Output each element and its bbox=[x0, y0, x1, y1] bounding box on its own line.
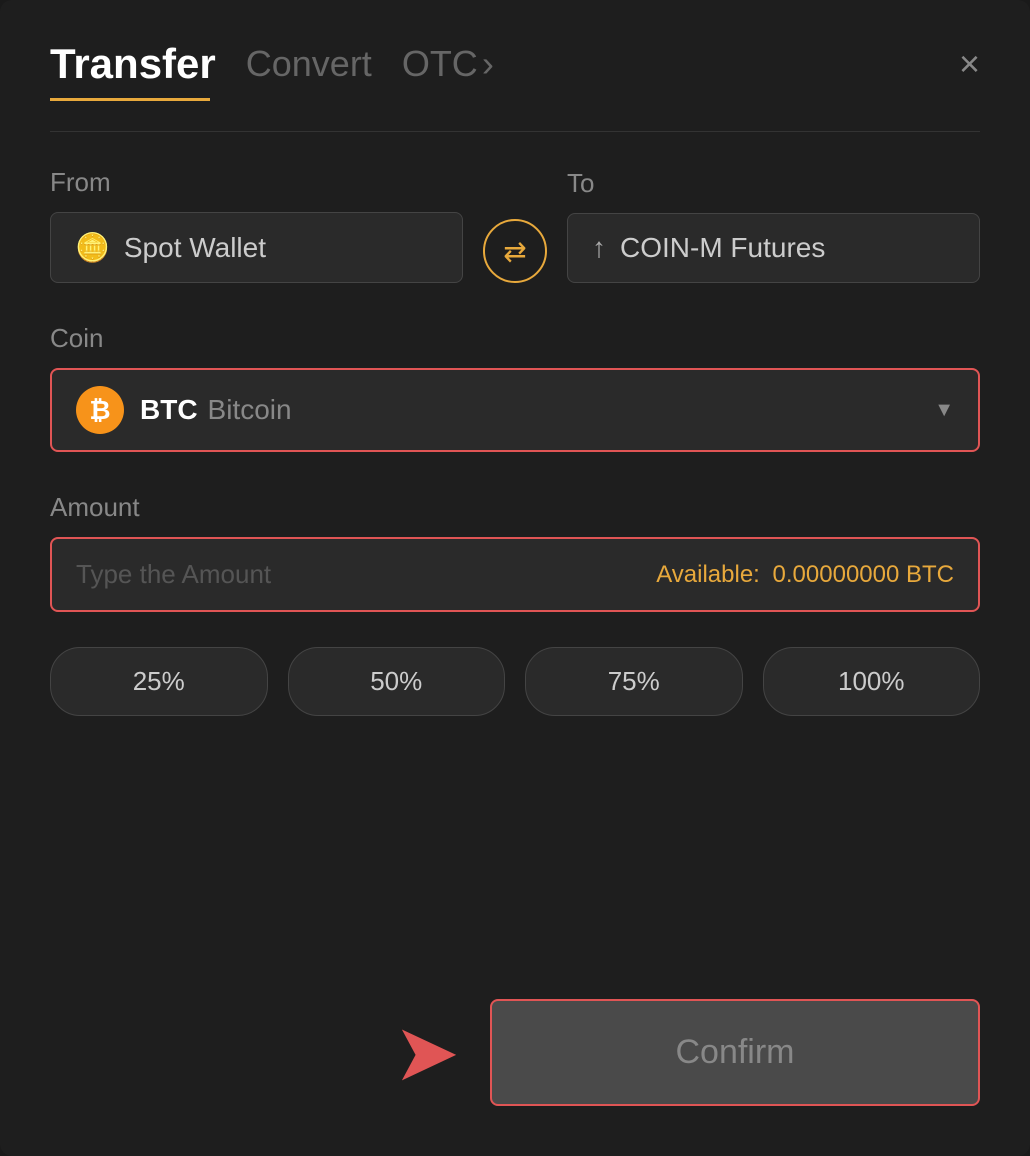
close-button[interactable]: × bbox=[959, 46, 980, 82]
futures-icon: ↑ bbox=[592, 232, 606, 264]
to-wallet-selector[interactable]: ↑ COIN-M Futures bbox=[567, 213, 980, 283]
to-field: To ↑ COIN-M Futures bbox=[567, 168, 980, 283]
amount-input-box[interactable]: Type the Amount Available: 0.00000000 BT… bbox=[50, 537, 980, 612]
header-divider bbox=[50, 131, 980, 132]
percentage-buttons: 25% 50% 75% 100% bbox=[50, 647, 980, 716]
confirm-button[interactable]: Confirm bbox=[490, 999, 980, 1106]
pct-100-button[interactable]: 100% bbox=[763, 647, 981, 716]
pct-50-button[interactable]: 50% bbox=[288, 647, 506, 716]
transfer-modal: Transfer Convert OTC › × From 🪙 Spot Wal… bbox=[0, 0, 1030, 1156]
pct-75-button[interactable]: 75% bbox=[525, 647, 743, 716]
amount-section: Amount Type the Amount Available: 0.0000… bbox=[50, 492, 980, 612]
otc-tab[interactable]: OTC › bbox=[402, 43, 494, 85]
swap-arrows-icon: ⇄ bbox=[503, 235, 526, 268]
modal-header: Transfer Convert OTC › × bbox=[50, 40, 980, 88]
chevron-right-icon: › bbox=[482, 43, 494, 85]
to-label: To bbox=[567, 168, 980, 199]
available-balance: Available: 0.00000000 BTC bbox=[656, 561, 954, 589]
available-value: 0.00000000 BTC bbox=[773, 561, 954, 588]
swap-button[interactable]: ⇄ bbox=[483, 219, 547, 283]
pct-25-button[interactable]: 25% bbox=[50, 647, 268, 716]
amount-placeholder: Type the Amount bbox=[76, 559, 271, 590]
active-tab-indicator bbox=[50, 98, 210, 101]
card-icon: 🪙 bbox=[75, 231, 110, 264]
coin-symbol: BTC bbox=[140, 394, 198, 426]
amount-label: Amount bbox=[50, 492, 980, 523]
from-label: From bbox=[50, 167, 463, 198]
to-wallet-label: COIN-M Futures bbox=[620, 232, 825, 264]
transfer-tab[interactable]: Transfer bbox=[50, 40, 216, 88]
coin-fullname: Bitcoin bbox=[208, 394, 292, 426]
from-field: From 🪙 Spot Wallet bbox=[50, 167, 463, 283]
from-wallet-selector[interactable]: 🪙 Spot Wallet bbox=[50, 212, 463, 283]
convert-tab[interactable]: Convert bbox=[246, 43, 372, 85]
from-to-section: From 🪙 Spot Wallet ⇄ To ↑ COIN-M Futures bbox=[50, 167, 980, 283]
swap-button-wrapper: ⇄ bbox=[463, 219, 567, 283]
from-wallet-label: Spot Wallet bbox=[124, 232, 266, 264]
coin-section: Coin ₿ BTC Bitcoin ▼ bbox=[50, 323, 980, 452]
chevron-down-icon: ▼ bbox=[934, 399, 954, 422]
coin-selector[interactable]: ₿ BTC Bitcoin ▼ bbox=[50, 368, 980, 452]
coin-label: Coin bbox=[50, 323, 980, 354]
arrow-pointer-icon: ➤ bbox=[393, 1013, 460, 1093]
confirm-area: ➤ Confirm bbox=[50, 999, 980, 1106]
btc-icon: ₿ bbox=[76, 386, 124, 434]
